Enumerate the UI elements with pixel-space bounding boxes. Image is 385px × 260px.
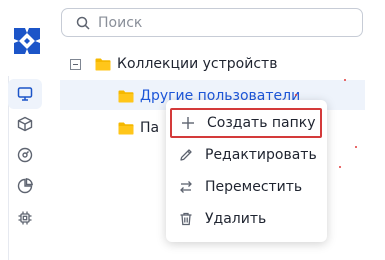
collapse-toggle[interactable]: [70, 58, 81, 70]
tree-node-label: Коллекции устройств: [117, 56, 278, 72]
context-menu: Создать папку Редактировать Переместить …: [166, 100, 327, 242]
menu-item-label: Создать папку: [207, 115, 316, 131]
app-logo: [14, 28, 40, 54]
move-arrows-icon: [180, 181, 192, 193]
sidebar-item-dashboard[interactable]: [8, 140, 42, 170]
folder-icon: [118, 122, 134, 134]
monitor-icon: [17, 87, 33, 101]
trash-icon: [180, 212, 192, 226]
search-icon: [76, 16, 90, 30]
menu-item-create-folder[interactable]: Создать папку: [170, 108, 322, 138]
menu-item-move[interactable]: Переместить: [170, 172, 322, 202]
menu-item-edit[interactable]: Редактировать: [170, 140, 322, 170]
menu-item-delete[interactable]: Удалить: [170, 204, 322, 234]
gauge-icon: [17, 147, 33, 163]
stray-mark: [344, 79, 346, 81]
tree-node-child[interactable]: Па: [118, 117, 159, 139]
plus-icon: [182, 117, 194, 129]
tree-node-root[interactable]: Коллекции устройств: [70, 53, 277, 75]
chip-icon: [18, 211, 32, 225]
stray-mark: [355, 146, 357, 148]
sidebar: [0, 0, 50, 260]
stray-mark: [339, 166, 341, 168]
menu-item-label: Редактировать: [205, 147, 317, 163]
folder-icon: [118, 90, 134, 102]
sidebar-item-hardware[interactable]: [8, 203, 42, 233]
pie-chart-icon: [17, 178, 33, 194]
cube-icon: [17, 116, 33, 132]
menu-item-label: Переместить: [205, 179, 303, 195]
pencil-icon: [180, 149, 192, 161]
stray-mark: [295, 94, 297, 96]
folder-icon: [95, 58, 111, 70]
search-box[interactable]: [61, 8, 363, 37]
search-input[interactable]: [98, 12, 348, 34]
sidebar-item-packages[interactable]: [8, 109, 42, 139]
sidebar-item-reports[interactable]: [8, 171, 42, 201]
menu-item-label: Удалить: [205, 211, 267, 227]
tree-node-label: Па: [140, 120, 160, 136]
sidebar-item-devices[interactable]: [8, 79, 42, 109]
